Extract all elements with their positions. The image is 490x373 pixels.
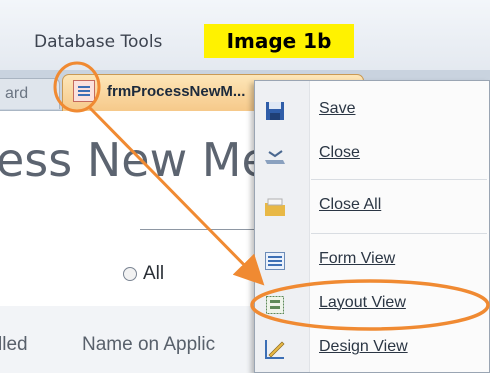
annotation-arrow [88, 106, 265, 286]
highlight-ellipse-layout-view [250, 279, 490, 331]
annotation-overlay [53, 61, 490, 331]
highlight-circle-tab-icon [53, 61, 101, 113]
